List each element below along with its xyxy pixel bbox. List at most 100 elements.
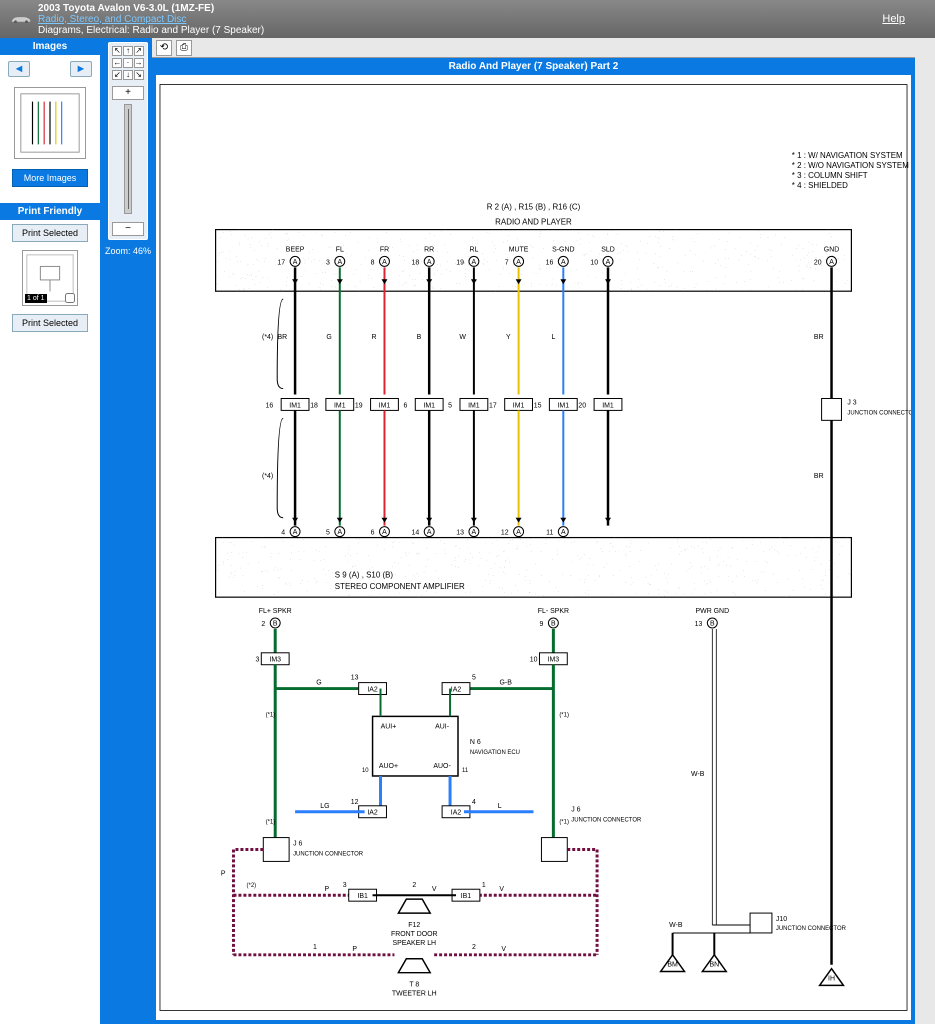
svg-text:J 6: J 6	[571, 807, 580, 814]
zoom-in-button[interactable]: +	[112, 86, 144, 100]
print-selected-bottom-button[interactable]: Print Selected	[12, 314, 88, 332]
svg-text:W: W	[459, 334, 466, 341]
svg-text:SPEAKER LH: SPEAKER LH	[393, 940, 437, 947]
svg-text:14: 14	[412, 530, 420, 537]
svg-text:18: 18	[412, 259, 420, 266]
svg-text:(*1): (*1)	[266, 820, 276, 826]
svg-text:FR: FR	[380, 246, 389, 253]
svg-text:4: 4	[472, 799, 476, 806]
refresh-icon[interactable]: ⟲	[156, 40, 172, 56]
svg-text:JUNCTION CONNECTOR: JUNCTION CONNECTOR	[776, 926, 847, 932]
header-text: 2003 Toyota Avalon V6-3.0L (1MZ-FE) Radi…	[38, 3, 882, 36]
svg-text:IB1: IB1	[357, 893, 368, 900]
svg-text:A: A	[561, 259, 566, 266]
svg-text:V: V	[432, 886, 437, 893]
more-images-button[interactable]: More Images	[12, 169, 88, 187]
svg-text:BM: BM	[667, 962, 678, 969]
svg-text:9: 9	[540, 621, 544, 628]
images-header: Images	[0, 38, 100, 55]
svg-text:18: 18	[310, 402, 318, 409]
svg-text:A: A	[829, 259, 834, 266]
header: 2003 Toyota Avalon V6-3.0L (1MZ-FE) Radi…	[0, 0, 935, 38]
svg-text:G: G	[326, 334, 331, 341]
print-thumbnail[interactable]: 1 of 1	[22, 250, 78, 306]
right-pad	[915, 38, 935, 1024]
pan-w-button[interactable]: ←	[112, 58, 122, 68]
svg-text:FL- SPKR: FL- SPKR	[538, 608, 569, 615]
svg-text:4: 4	[281, 530, 285, 537]
zoom-label: Zoom: 46%	[105, 246, 151, 256]
svg-text:F12: F12	[408, 922, 420, 929]
print-selected-top-button[interactable]: Print Selected	[12, 224, 88, 242]
print-icon[interactable]: ⎙	[176, 40, 192, 56]
main: Images ◄ ► More Images Print Friendly Pr…	[0, 38, 935, 1024]
page-label: 1 of 1	[25, 294, 47, 303]
svg-text:S-GND: S-GND	[552, 246, 574, 253]
thumbnail[interactable]	[14, 87, 86, 159]
svg-text:S 9 (A) , S10 (B): S 9 (A) , S10 (B)	[335, 570, 394, 579]
svg-text:(*4): (*4)	[262, 473, 273, 480]
svg-text:T 8: T 8	[409, 982, 419, 989]
pan-s-button[interactable]: ↓	[123, 70, 133, 80]
pan-ne-button[interactable]: ↗	[134, 46, 144, 56]
svg-text:IA2: IA2	[367, 687, 378, 694]
pan-nw-button[interactable]: ↖	[112, 46, 122, 56]
svg-text:A: A	[516, 259, 521, 266]
svg-text:A: A	[472, 259, 477, 266]
svg-text:IM1: IM1	[289, 402, 301, 409]
pan-e-button[interactable]: →	[134, 58, 144, 68]
svg-text:16: 16	[546, 259, 554, 266]
svg-text:TWEETER LH: TWEETER LH	[392, 991, 437, 998]
category-link[interactable]: Radio, Stereo, and Compact Disc	[38, 14, 882, 25]
pan-n-button[interactable]: ↑	[123, 46, 133, 56]
svg-text:A: A	[427, 529, 432, 536]
svg-text:R 2 (A) , R15 (B) , R16 (C): R 2 (A) , R15 (B) , R16 (C)	[487, 203, 581, 212]
svg-text:3: 3	[255, 657, 259, 664]
svg-text:LG: LG	[320, 803, 329, 810]
svg-text:IM1: IM1	[334, 402, 346, 409]
svg-text:Y: Y	[506, 334, 511, 341]
svg-text:N 6: N 6	[470, 739, 481, 746]
svg-text:IM1: IM1	[558, 402, 570, 409]
pan-se-button[interactable]: ↘	[134, 70, 144, 80]
svg-text:SLD: SLD	[601, 246, 615, 253]
svg-text:RL: RL	[469, 246, 478, 253]
svg-text:* 2 : W/O NAVIGATION SYSTEM: * 2 : W/O NAVIGATION SYSTEM	[792, 161, 909, 170]
svg-text:1: 1	[482, 882, 486, 889]
svg-text:(*1): (*1)	[266, 712, 276, 718]
svg-text:IA2: IA2	[367, 810, 378, 817]
zoom-slider[interactable]	[124, 104, 132, 214]
pan-sw-button[interactable]: ↙	[112, 70, 122, 80]
svg-text:20: 20	[814, 259, 822, 266]
breadcrumb: Diagrams, Electrical: Radio and Player (…	[38, 25, 882, 36]
svg-text:16: 16	[266, 402, 274, 409]
svg-text:AUO-: AUO-	[433, 763, 450, 770]
svg-text:6: 6	[403, 402, 407, 409]
svg-text:R: R	[372, 334, 377, 341]
svg-text:P: P	[352, 946, 357, 953]
svg-text:B: B	[551, 620, 556, 627]
svg-text:2: 2	[412, 882, 416, 889]
next-thumb-button[interactable]: ►	[70, 61, 92, 77]
diagram-viewport[interactable]: * 1 : W/ NAVIGATION SYSTEM* 2 : W/O NAVI…	[156, 75, 911, 1020]
zoom-controls: ↖ ↑ ↗ ← · → ↙ ↓ ↘ + −	[108, 42, 148, 240]
svg-text:(*2): (*2)	[247, 883, 257, 889]
svg-text:W-B: W-B	[669, 922, 683, 929]
pan-center-button[interactable]: ·	[123, 58, 133, 68]
svg-text:PWR GND: PWR GND	[696, 608, 730, 615]
svg-text:P: P	[221, 870, 226, 877]
svg-text:17: 17	[277, 259, 285, 266]
help-link[interactable]: Help	[882, 13, 905, 25]
zoom-out-button[interactable]: −	[112, 222, 144, 236]
svg-text:RR: RR	[424, 246, 434, 253]
svg-text:11: 11	[462, 768, 469, 774]
svg-text:AUI-: AUI-	[435, 723, 449, 730]
svg-text:* 1 : W/ NAVIGATION SYSTEM: * 1 : W/ NAVIGATION SYSTEM	[792, 151, 903, 160]
prev-thumb-button[interactable]: ◄	[8, 61, 30, 77]
svg-text:IA2: IA2	[451, 810, 462, 817]
svg-text:13: 13	[695, 621, 703, 628]
svg-text:A: A	[472, 529, 477, 536]
svg-text:12: 12	[501, 530, 509, 537]
print-checkbox[interactable]	[65, 293, 75, 303]
svg-text:6: 6	[371, 530, 375, 537]
